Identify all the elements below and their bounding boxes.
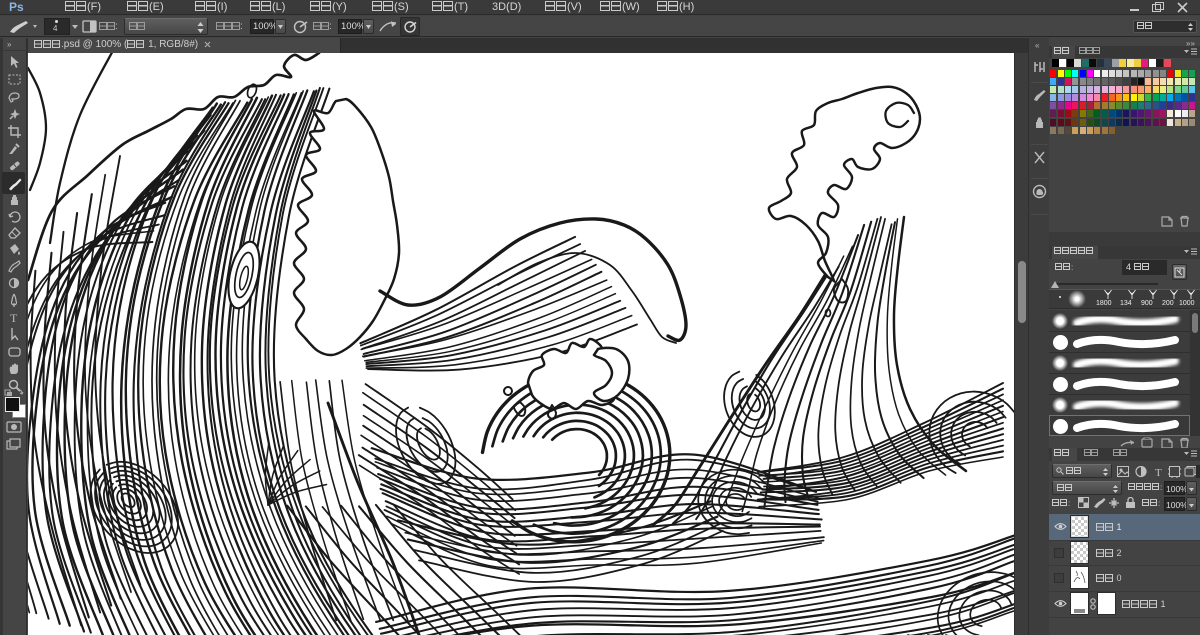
svg-text:T: T bbox=[1155, 467, 1162, 478]
svg-text:T: T bbox=[10, 311, 18, 325]
